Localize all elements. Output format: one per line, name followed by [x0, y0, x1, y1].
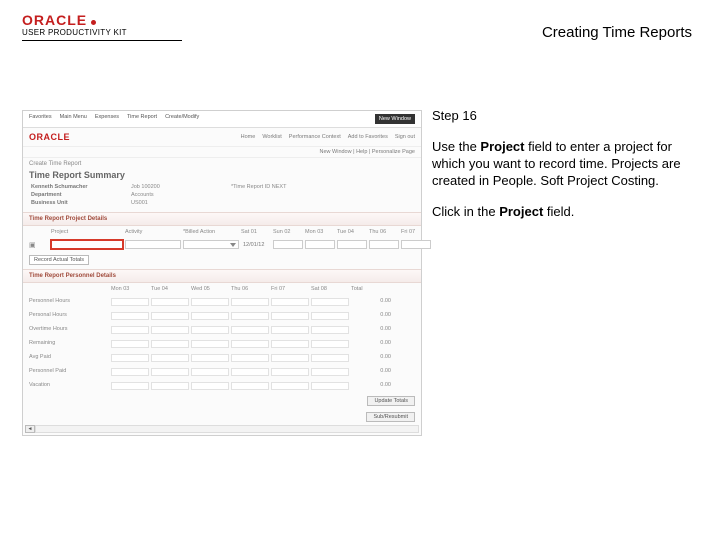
nav-perfcontext[interactable]: Performance Context: [289, 134, 341, 140]
nav-signout[interactable]: Sign out: [395, 134, 415, 140]
oracle-dot-icon: [91, 20, 96, 25]
footer-buttons-2: Sub/Resubmit: [23, 409, 421, 425]
summary-row: Personal Hours0.00: [23, 309, 421, 323]
oracle-logo-block: ORACLE: [22, 12, 96, 28]
kv-dept-v: Accounts: [131, 192, 221, 198]
col-billed: *Billed Action: [183, 229, 239, 235]
summary-row: Personnel Hours0.00: [23, 295, 421, 309]
hours-cell[interactable]: [337, 240, 367, 249]
kv-dept-l: Department: [31, 192, 121, 198]
nav-home[interactable]: Home: [241, 134, 256, 140]
detail-input-row: ▣ 12/01/12: [23, 238, 421, 251]
col-day6: Fri 07: [401, 229, 431, 235]
summary-kv: Kenneth Schumacher Job 100200 *Time Repo…: [23, 184, 421, 212]
hours-cell[interactable]: [369, 240, 399, 249]
crumb-create[interactable]: Create/Modify: [165, 114, 199, 124]
col-day4: Tue 04: [337, 229, 367, 235]
crumb-expenses[interactable]: Expenses: [95, 114, 119, 124]
summary-row: Avg Paid0.00: [23, 351, 421, 365]
navlinks: Home Worklist Performance Context Add to…: [241, 134, 415, 140]
kv-job: Job 100200: [131, 184, 221, 190]
col-activity: Activity: [125, 229, 181, 235]
row-expand-icon[interactable]: ▣: [29, 241, 49, 249]
hours-cell[interactable]: [273, 240, 303, 249]
col-day2: Sun 02: [273, 229, 303, 235]
nav-addfav[interactable]: Add to Favorites: [348, 134, 388, 140]
section-project-details: Time Report Project Details: [23, 212, 421, 226]
summary-row: Overtime Hours0.00: [23, 323, 421, 337]
page-title: Creating Time Reports: [542, 24, 692, 41]
new-window-button[interactable]: New Window: [375, 114, 415, 124]
detail-column-header: Project Activity *Billed Action Sat 01 S…: [23, 226, 421, 238]
col-day1: Sat 01: [241, 229, 271, 235]
instruction-paragraph-2: Click in the Project field.: [432, 204, 700, 221]
project-field[interactable]: [51, 240, 123, 249]
panel-heading: Time Report Summary: [23, 170, 421, 184]
date-cell: 12/01/12: [241, 242, 271, 248]
hours-cell[interactable]: [401, 240, 431, 249]
summary-row: Remaining0.00: [23, 337, 421, 351]
summary-row: Personnel Paid0.00: [23, 365, 421, 379]
favorites-breadcrumb: Favorites Main Menu Expenses Time Report…: [23, 111, 421, 128]
activity-field[interactable]: [125, 240, 181, 249]
embedded-screenshot: Favorites Main Menu Expenses Time Report…: [22, 110, 422, 436]
billed-action-select[interactable]: [183, 240, 239, 249]
scroll-track[interactable]: [35, 425, 419, 433]
crumb-favorites[interactable]: Favorites: [29, 114, 52, 124]
header-divider: [22, 40, 182, 41]
step-number: Step 16: [432, 108, 700, 125]
footer-buttons: Update Totals: [23, 393, 421, 409]
crumb-main[interactable]: Main Menu: [60, 114, 87, 124]
update-totals-button[interactable]: Update Totals: [367, 396, 415, 406]
kv-bu-l: Business Unit: [31, 200, 121, 206]
horizontal-scrollbar[interactable]: ◄: [23, 425, 421, 435]
summary-row: Vacation0.00: [23, 379, 421, 393]
scroll-left-icon[interactable]: ◄: [25, 425, 35, 433]
section-personnel-details: Time Report Personnel Details: [23, 269, 421, 283]
hours-cell[interactable]: [305, 240, 335, 249]
oracle-wordmark: ORACLE: [22, 12, 87, 28]
kv-trid: *Time Report ID NEXT: [231, 184, 413, 190]
kv-name: Kenneth Schumacher: [31, 184, 121, 190]
page-breadcrumb: Create Time Report: [23, 158, 421, 170]
summary-header-row: Mon 03 Tue 04 Wed 05 Thu 06 Fri 07 Sat 0…: [23, 283, 421, 295]
col-day3: Mon 03: [305, 229, 335, 235]
col-project: Project: [51, 229, 123, 235]
nav-worklist[interactable]: Worklist: [262, 134, 281, 140]
toolbar-links[interactable]: New Window | Help | Personalize Page: [23, 147, 421, 158]
record-totals-button[interactable]: Record Actual Totals: [29, 255, 89, 265]
upk-subtitle: USER PRODUCTIVITY KIT: [22, 28, 127, 37]
oracle-mini-logo: ORACLE: [29, 132, 70, 142]
submit-button[interactable]: Sub/Resubmit: [366, 412, 415, 422]
crumb-timereport[interactable]: Time Report: [127, 114, 157, 124]
instruction-pane: Step 16 Use the Project field to enter a…: [432, 108, 700, 234]
col-day5: Thu 06: [369, 229, 399, 235]
brand-nav-row: ORACLE Home Worklist Performance Context…: [23, 128, 421, 147]
instruction-paragraph-1: Use the Project field to enter a project…: [432, 139, 700, 190]
kv-bu-v: US001: [131, 200, 221, 206]
